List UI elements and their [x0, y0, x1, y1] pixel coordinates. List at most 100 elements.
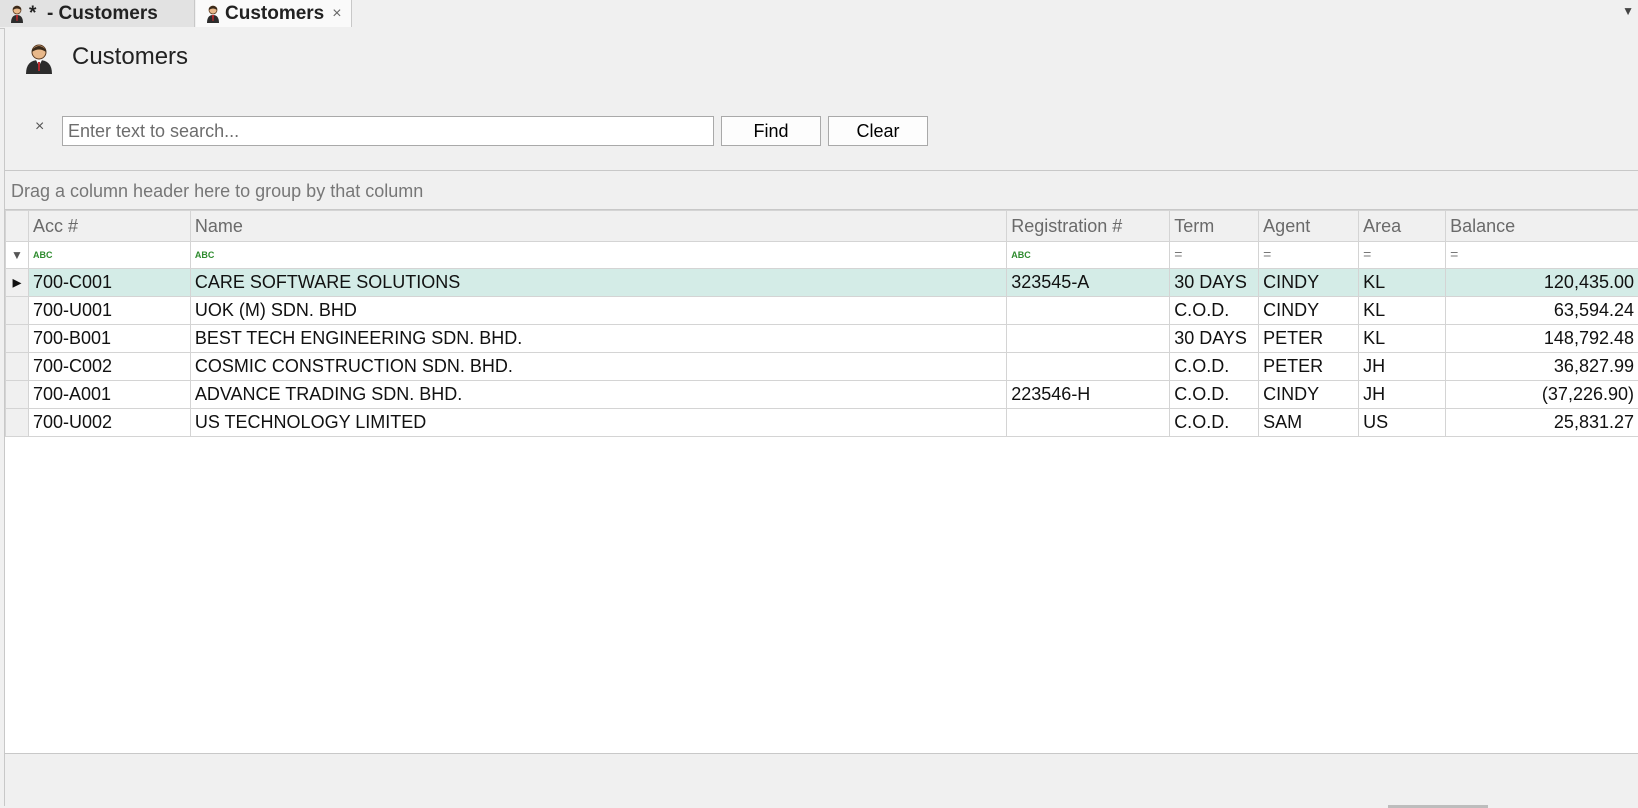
customer-icon: [26, 44, 52, 74]
cell-reg[interactable]: 323545-A: [1006, 268, 1171, 297]
cell-area[interactable]: KL: [1358, 324, 1447, 353]
cell-agent[interactable]: PETER: [1258, 324, 1360, 353]
cell-agent[interactable]: CINDY: [1258, 268, 1360, 297]
cell-term[interactable]: C.O.D.: [1169, 408, 1260, 437]
cell-balance[interactable]: 148,792.48: [1445, 324, 1638, 353]
cell-term[interactable]: C.O.D.: [1169, 380, 1260, 409]
table-row[interactable]: 700-U002 US TECHNOLOGY LIMITED C.O.D. SAM US…: [5, 408, 1638, 437]
close-icon[interactable]: ×: [332, 5, 341, 23]
cell-term[interactable]: C.O.D.: [1169, 352, 1260, 381]
customers-grid: Acc # Name Registration # Term Agent Are…: [5, 209, 1638, 754]
cell-term[interactable]: C.O.D.: [1169, 296, 1260, 325]
filter-cell-name[interactable]: ABC: [189, 241, 1008, 269]
column-header-term[interactable]: Term: [1169, 210, 1260, 242]
row-indicator-header: [5, 210, 29, 242]
cell-agent[interactable]: SAM: [1258, 408, 1360, 437]
table-row[interactable]: 700-B001 BEST TECH ENGINEERING SDN. BHD. 3…: [5, 324, 1638, 353]
equals-filter-icon: =: [1450, 245, 1459, 262]
cell-area[interactable]: KL: [1358, 268, 1447, 297]
tab-customers[interactable]: Customers ×: [196, 0, 352, 27]
cell-acc[interactable]: 700-B001: [27, 324, 191, 353]
cell-balance[interactable]: 25,831.27: [1445, 408, 1638, 437]
page-title: Customers: [72, 43, 189, 70]
clear-search-icon[interactable]: ×: [35, 118, 44, 136]
cell-reg[interactable]: [1006, 352, 1171, 381]
divider: [5, 170, 1638, 171]
cell-reg[interactable]: [1006, 296, 1171, 325]
filter-cell-registration[interactable]: ABC: [1006, 241, 1171, 269]
column-header-registration[interactable]: Registration #: [1006, 210, 1171, 242]
column-header-area[interactable]: Area: [1358, 210, 1447, 242]
cell-name[interactable]: ADVANCE TRADING SDN. BHD.: [189, 380, 1008, 409]
cell-area[interactable]: US: [1358, 408, 1447, 437]
customer-icon: [11, 5, 23, 23]
chevron-down-icon[interactable]: ▼: [1622, 4, 1634, 18]
cell-balance[interactable]: 63,594.24: [1445, 296, 1638, 325]
equals-filter-icon: =: [1174, 245, 1183, 262]
cell-name[interactable]: COSMIC CONSTRUCTION SDN. BHD.: [189, 352, 1008, 381]
row-indicator[interactable]: [5, 296, 29, 325]
cell-name[interactable]: BEST TECH ENGINEERING SDN. BHD.: [189, 324, 1008, 353]
cell-area[interactable]: JH: [1358, 380, 1447, 409]
row-indicator[interactable]: [5, 324, 29, 353]
table-row[interactable]: 700-A001 ADVANCE TRADING SDN. BHD. 223546-…: [5, 380, 1638, 409]
abc-filter-icon: ABC: [194, 250, 215, 260]
cell-area[interactable]: JH: [1358, 352, 1447, 381]
customers-table: Acc # Name Registration # Term Agent Are…: [5, 210, 1638, 437]
customer-icon: [207, 5, 219, 23]
filter-row: ▼ ABC ABC ABC = = = =: [5, 241, 1638, 269]
row-indicator[interactable]: [5, 352, 29, 381]
cell-balance[interactable]: 36,827.99: [1445, 352, 1638, 381]
filter-cell-balance[interactable]: =: [1445, 241, 1638, 269]
equals-filter-icon: =: [1263, 245, 1272, 262]
cell-name[interactable]: CARE SOFTWARE SOLUTIONS: [189, 268, 1008, 297]
cell-reg[interactable]: [1006, 324, 1171, 353]
group-by-panel[interactable]: Drag a column header here to group by th…: [11, 181, 423, 202]
column-header-balance[interactable]: Balance: [1445, 210, 1638, 242]
cell-acc[interactable]: 700-C001: [27, 268, 191, 297]
cell-acc[interactable]: 700-A001: [27, 380, 191, 409]
cell-term[interactable]: 30 DAYS: [1169, 324, 1260, 353]
filter-cell-agent[interactable]: =: [1258, 241, 1360, 269]
filter-cell-area[interactable]: =: [1358, 241, 1447, 269]
column-header-acc[interactable]: Acc #: [27, 210, 191, 242]
cell-agent[interactable]: CINDY: [1258, 380, 1360, 409]
cell-acc[interactable]: 700-U002: [27, 408, 191, 437]
row-indicator[interactable]: ▸: [5, 268, 29, 297]
cell-reg[interactable]: 223546-H: [1006, 380, 1171, 409]
table-row[interactable]: 700-U001 UOK (M) SDN. BHD C.O.D. CINDY KL 63,…: [5, 296, 1638, 325]
row-indicator[interactable]: [5, 408, 29, 437]
row-indicator[interactable]: [5, 380, 29, 409]
cell-acc[interactable]: 700-U001: [27, 296, 191, 325]
abc-filter-icon: ABC: [32, 250, 53, 260]
cell-balance[interactable]: (37,226.90): [1445, 380, 1638, 409]
equals-filter-icon: =: [1363, 245, 1372, 262]
cell-term[interactable]: 30 DAYS: [1169, 268, 1260, 297]
tab-customers-unsaved[interactable]: * - Customers: [0, 0, 195, 27]
status-footer: [5, 754, 1638, 796]
cell-balance[interactable]: 120,435.00: [1445, 268, 1638, 297]
cell-agent[interactable]: CINDY: [1258, 296, 1360, 325]
find-button[interactable]: Find: [721, 116, 821, 146]
abc-filter-icon: ABC: [1011, 250, 1031, 260]
cell-area[interactable]: KL: [1358, 296, 1447, 325]
header-row: Acc # Name Registration # Term Agent Are…: [5, 210, 1638, 242]
clear-button[interactable]: Clear: [828, 116, 928, 146]
column-header-agent[interactable]: Agent: [1258, 210, 1360, 242]
search-input[interactable]: [62, 116, 714, 146]
filter-cell-term[interactable]: =: [1169, 241, 1260, 269]
cell-name[interactable]: US TECHNOLOGY LIMITED: [189, 408, 1008, 437]
cell-name[interactable]: UOK (M) SDN. BHD: [189, 296, 1008, 325]
column-header-name[interactable]: Name: [189, 210, 1008, 242]
table-row[interactable]: 700-C002 COSMIC CONSTRUCTION SDN. BHD. C.O…: [5, 352, 1638, 381]
customers-panel: Customers × Find Clear Drag a column hea…: [4, 28, 1638, 806]
table-row[interactable]: ▸ 700-C001 CARE SOFTWARE SOLUTIONS 323545-A…: [5, 268, 1638, 297]
tab-label: Customers: [225, 2, 325, 24]
cell-agent[interactable]: PETER: [1258, 352, 1360, 381]
cell-acc[interactable]: 700-C002: [27, 352, 191, 381]
filter-icon[interactable]: ▼: [5, 241, 29, 269]
cell-reg[interactable]: [1006, 408, 1171, 437]
tab-label: * - Customers: [29, 2, 158, 24]
tab-bar: * - Customers Customers × ▼: [0, 0, 1638, 29]
filter-cell-acc[interactable]: ABC: [27, 241, 191, 269]
